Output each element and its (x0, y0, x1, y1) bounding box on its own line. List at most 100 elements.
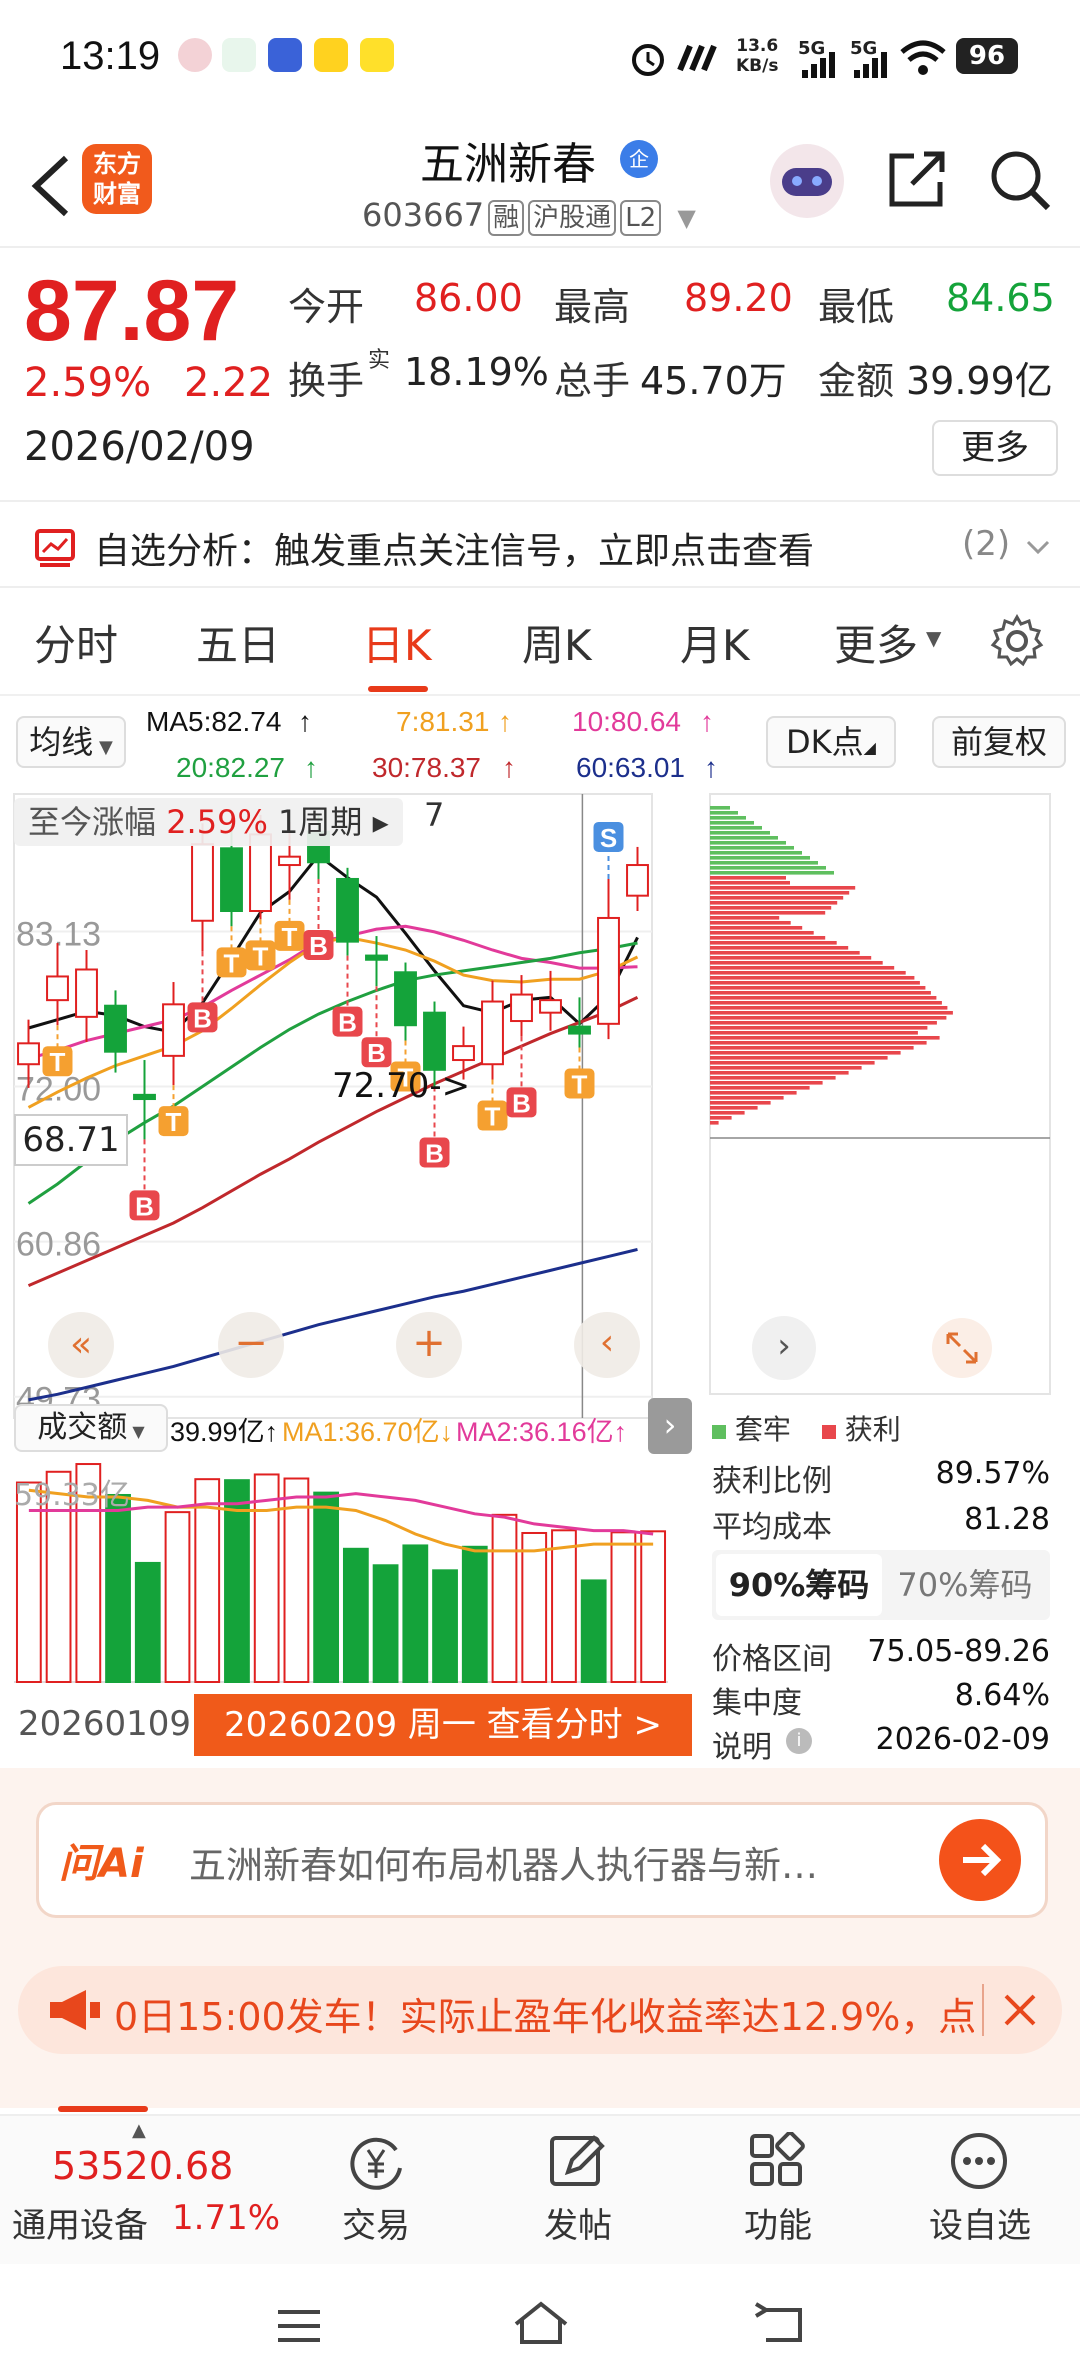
info-icon[interactable]: i (786, 1728, 812, 1754)
close-icon[interactable] (1000, 1990, 1040, 2030)
search-icon[interactable] (986, 146, 1054, 214)
alert-banner[interactable]: 自选分析：触发重点关注信号，立即点击查看 (2) (0, 510, 1080, 588)
chip-bar (710, 886, 856, 890)
chip-bar (710, 1096, 784, 1100)
nfc-icon (677, 44, 717, 72)
index-change[interactable]: 1.71% (172, 2198, 280, 2238)
tag-margin: 融 (488, 200, 525, 236)
ask-ai-bar[interactable]: 问Ai 五洲新春如何布局机器人执行器与新… (36, 1802, 1048, 1918)
chip-bar (710, 876, 786, 880)
turnover-sup: 实 (368, 348, 391, 373)
candle-body (394, 971, 417, 1027)
wifi-icon (900, 40, 946, 75)
index-value[interactable]: 53520.68 (52, 2144, 233, 2188)
volume-bar (640, 1530, 667, 1683)
tab-daily-k[interactable]: 日K (362, 612, 432, 673)
active-tab-indicator (368, 686, 428, 692)
volume-ref-label: 59.33亿 (14, 1478, 130, 1513)
submit-arrow-icon[interactable] (939, 1819, 1021, 1901)
chip-bar (710, 831, 770, 835)
view-intraday-banner[interactable]: 20260209 周一 查看分时 > (194, 1694, 692, 1756)
expand-right-icon[interactable]: › (752, 1316, 816, 1380)
ask-ai-input[interactable]: 五洲新春如何布局机器人执行器与新… (189, 1835, 818, 1889)
dropdown-caret-icon: ▼ (926, 626, 942, 650)
chip-bar (710, 1031, 918, 1035)
dk-point-button[interactable]: DK点◢ (766, 716, 896, 768)
tab-weekly-k[interactable]: 周K (522, 612, 592, 673)
volume-bar (580, 1579, 607, 1683)
home-icon[interactable] (510, 2298, 572, 2348)
zoom-out-icon[interactable]: − (218, 1312, 284, 1378)
tab-chip-90[interactable]: 90%筹码 (716, 1554, 882, 1616)
expand-panel-icon[interactable]: › (648, 1398, 692, 1454)
meituan-notification-icon (314, 38, 348, 72)
candle-body (481, 1000, 504, 1066)
adjust-button[interactable]: 前复权 (932, 716, 1066, 768)
candle-body (365, 954, 388, 961)
chip-bar (710, 1001, 942, 1005)
chip-bar (710, 1116, 732, 1120)
candle-body (423, 1011, 446, 1071)
chip-bar (710, 976, 915, 980)
last-price: 87.87 (24, 263, 240, 359)
scroll-left-fast-icon[interactable]: « (48, 1312, 114, 1378)
chip-distribution-chart[interactable] (708, 792, 1052, 1396)
promo-banner[interactable]: 0日15:00发车！实际止盈年化收益率达12.9%，点 (18, 1966, 1062, 2054)
fullscreen-icon[interactable] (930, 1316, 994, 1380)
signal-marker-b: B (193, 1003, 212, 1033)
volume-bar (253, 1473, 280, 1683)
candle-body (539, 999, 562, 1014)
scroll-left-icon[interactable]: ‹ (574, 1312, 640, 1378)
chevron-down-icon (1026, 540, 1050, 555)
settings-gear-icon[interactable] (990, 614, 1044, 668)
tab-chip-70[interactable]: 70%筹码 (882, 1554, 1048, 1616)
chart-frame (13, 793, 653, 1419)
chip-bar (710, 1066, 862, 1070)
volume-indicator-selector[interactable]: 成交额 ▼ (14, 1404, 168, 1452)
tab-monthly-k[interactable]: 月K (680, 612, 750, 673)
share-icon[interactable] (884, 148, 948, 212)
chip-bar (710, 1051, 901, 1055)
indicator-selector[interactable]: 均线 ▼ (16, 716, 126, 768)
tabs-bottom-divider (0, 694, 1080, 696)
chip-bar (710, 1091, 797, 1095)
quote-date: 2026/02/09 (24, 424, 255, 470)
chip-bar (710, 891, 850, 895)
volume-bar (134, 1561, 161, 1683)
candle-body (191, 843, 214, 922)
volume-bar (432, 1569, 458, 1683)
net-speed: 13.6 KB/s (736, 36, 779, 76)
tab-five-day[interactable]: 五日 (196, 612, 280, 673)
profit-ratio-value: 89.57% (935, 1456, 1050, 1491)
candle-body (46, 975, 69, 1002)
more-button[interactable]: 更多 (932, 420, 1058, 476)
chip-bar (710, 826, 762, 830)
amount-label: 金额 (818, 359, 895, 403)
concentration-label: 集中度 (712, 1686, 802, 1721)
chevron-down-icon[interactable]: ▼ (677, 204, 695, 232)
menu-icon[interactable] (274, 2306, 324, 2346)
volume-bar (313, 1491, 340, 1683)
chip-bar (710, 946, 849, 950)
ma60-value: 60:63.01 (576, 752, 685, 783)
robot-assistant-icon[interactable] (770, 144, 844, 218)
volume-bar (194, 1478, 221, 1683)
back-arrow-icon[interactable] (24, 148, 84, 218)
avg-cost-label: 平均成本 (712, 1510, 832, 1545)
chip-bar (710, 926, 803, 930)
avatar-notification-icon (178, 38, 212, 72)
index-name[interactable]: 通用设备 (12, 2198, 148, 2247)
signal-marker-t: T (253, 941, 269, 971)
back-icon[interactable] (752, 2302, 808, 2348)
stock-code: 603667 (362, 196, 485, 234)
signal-marker-b: B (338, 1008, 357, 1038)
tab-intraday[interactable]: 分时 (34, 612, 118, 673)
partial-label: 7 (424, 796, 445, 834)
chip-bar (710, 1026, 928, 1030)
tab-more[interactable]: 更多 (834, 612, 918, 673)
chip-bar (710, 1071, 849, 1075)
zoom-in-icon[interactable]: + (396, 1312, 462, 1378)
range-change-box[interactable]: 至今涨幅 2.59% 1周期 ▸ (14, 798, 403, 846)
concentration-value: 8.64% (954, 1678, 1050, 1713)
amount-value: 39.99亿 (906, 359, 1053, 403)
